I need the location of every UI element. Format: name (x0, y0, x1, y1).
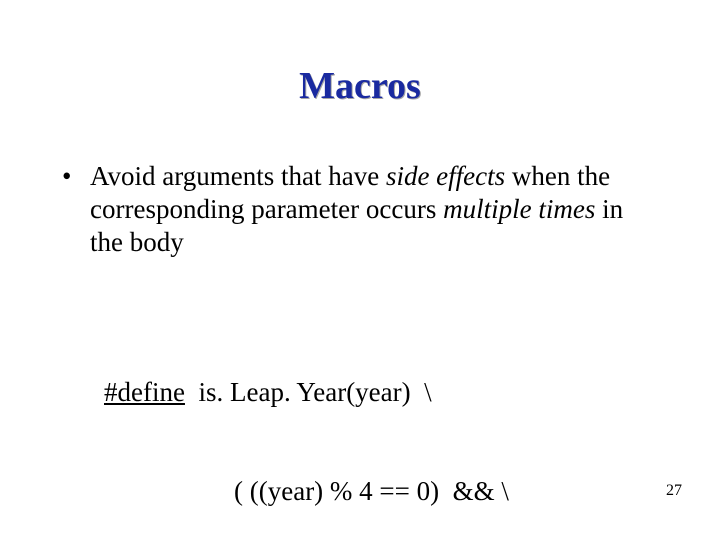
bullet-multiple-times: multiple times (443, 194, 595, 224)
code-block: #define is. Leap. Year(year) \ ( ((year)… (104, 310, 509, 540)
code-line-1-rest: is. Leap. Year(year) \ (185, 377, 432, 407)
slide: Macros • Avoid arguments that have side … (0, 0, 720, 540)
code-line-2: ( ((year) % 4 == 0) && \ (104, 475, 509, 508)
define-keyword: #define (104, 377, 185, 407)
bullet-item: • Avoid arguments that have side effects… (60, 160, 660, 259)
bullet-side-effects: side effects (386, 161, 505, 191)
bullet-seg1: Avoid arguments that have (90, 161, 386, 191)
slide-body: • Avoid arguments that have side effects… (60, 160, 660, 259)
page-number: 27 (666, 482, 682, 500)
bullet-text: Avoid arguments that have side effects w… (90, 160, 660, 259)
code-line-1: #define is. Leap. Year(year) \ (104, 376, 509, 409)
slide-title: Macros (0, 64, 720, 108)
bullet-marker: • (60, 160, 90, 259)
